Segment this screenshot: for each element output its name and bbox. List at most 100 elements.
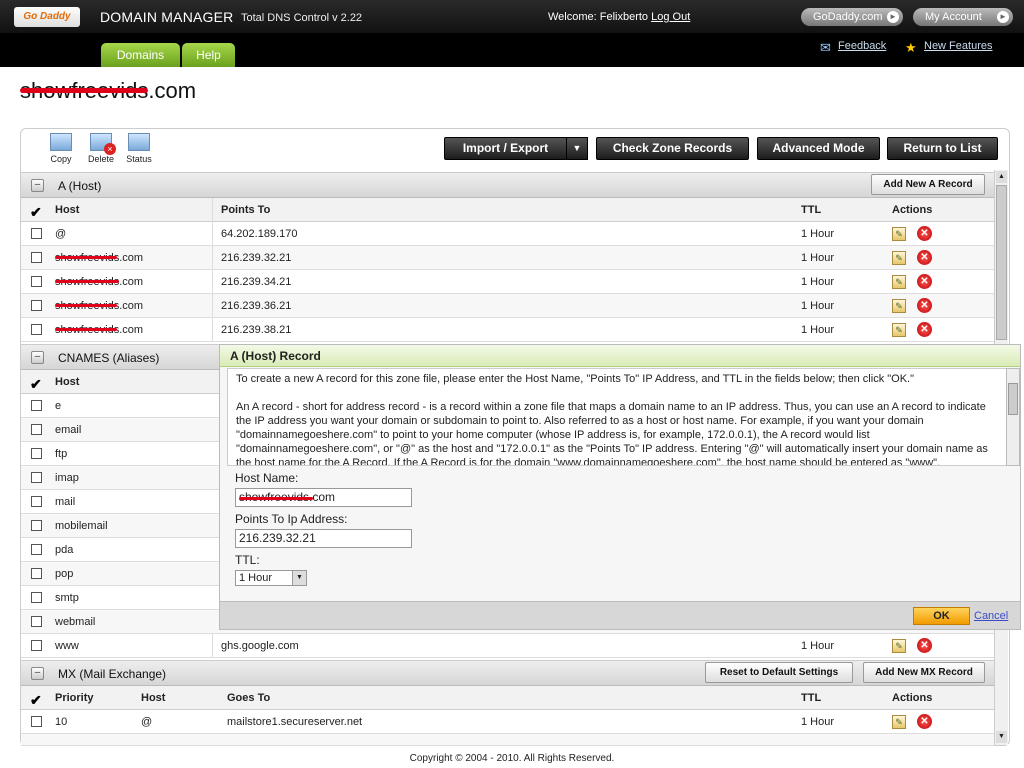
delete-icon[interactable]: ✕	[917, 250, 932, 265]
delete-icon[interactable]: ✕	[917, 638, 932, 653]
ttl-select[interactable]: 1 Hour ▼	[235, 570, 307, 586]
delete-label: Delete	[87, 154, 114, 164]
edit-icon[interactable]: ✎	[892, 275, 906, 289]
select-all-check-icon[interactable]: ✔	[30, 204, 42, 221]
return-to-list-button[interactable]: Return to List	[887, 137, 998, 160]
godaddy-com-label: GoDaddy.com	[813, 11, 883, 23]
delete-icon[interactable]: ✕	[917, 298, 932, 313]
copy-label: Copy	[50, 154, 72, 164]
row-host: @	[141, 716, 153, 728]
chevron-down-icon[interactable]: ▼	[566, 137, 588, 160]
status-icon	[128, 133, 150, 151]
table-row: showfreevids.com 216.239.36.21 1 Hour ✎✕	[21, 294, 994, 318]
row-points-to: 216.239.32.21	[221, 252, 292, 264]
add-mx-record-button[interactable]: Add New MX Record	[863, 662, 985, 683]
ok-button[interactable]: OK	[913, 607, 970, 625]
dialog-help-text[interactable]: To create a new A record for this zone f…	[227, 368, 1007, 466]
advanced-mode-button[interactable]: Advanced Mode	[757, 137, 880, 160]
row-checkbox[interactable]	[31, 616, 42, 627]
row-host: mobilemail	[55, 520, 108, 532]
scroll-thumb[interactable]	[996, 185, 1007, 340]
redaction-mark	[55, 280, 119, 283]
copy-icon	[50, 133, 72, 151]
row-checkbox[interactable]	[31, 568, 42, 579]
scroll-thumb[interactable]	[1008, 383, 1018, 415]
star-icon: ★	[905, 40, 917, 55]
row-ttl: 1 Hour	[801, 716, 835, 728]
new-features-link[interactable]: New Features	[924, 40, 992, 52]
add-a-record-button[interactable]: Add New A Record	[871, 174, 985, 195]
cancel-link[interactable]: Cancel	[974, 610, 1008, 622]
row-checkbox[interactable]	[31, 448, 42, 459]
row-checkbox[interactable]	[31, 252, 42, 263]
row-ttl: 1 Hour	[801, 276, 835, 288]
ip-address-input[interactable]: 216.239.32.21	[235, 529, 412, 548]
row-checkbox[interactable]	[31, 496, 42, 507]
delete-icon[interactable]: ✕	[917, 714, 932, 729]
row-checkbox[interactable]	[31, 228, 42, 239]
col-host: Host	[55, 376, 80, 388]
tab-domains[interactable]: Domains	[101, 43, 180, 67]
scroll-down-icon[interactable]: ▼	[996, 731, 1007, 743]
import-export-button[interactable]: Import / Export	[444, 137, 567, 160]
row-host: pda	[55, 544, 74, 556]
row-checkbox[interactable]	[31, 276, 42, 287]
select-all-check-icon[interactable]: ✔	[30, 376, 42, 393]
row-host: @	[55, 228, 67, 240]
godaddy-com-button[interactable]: GoDaddy.com ►	[801, 8, 903, 26]
collapse-icon[interactable]: −	[31, 667, 44, 680]
cnames-title: CNAMES (Aliases)	[58, 351, 160, 365]
feedback-link[interactable]: Feedback	[838, 40, 886, 52]
table-row-partial	[21, 734, 994, 746]
table-row: showfreevids.com 216.239.34.21 1 Hour ✎✕	[21, 270, 994, 294]
row-checkbox[interactable]	[31, 716, 42, 727]
row-checkbox[interactable]	[31, 544, 42, 555]
godaddy-logo[interactable]: Go Daddy	[14, 7, 80, 27]
delete-icon[interactable]: ✕	[917, 274, 932, 289]
dialog-title: A (Host) Record	[220, 345, 1020, 367]
col-actions: Actions	[892, 204, 933, 216]
row-checkbox[interactable]	[31, 472, 42, 483]
col-host: Host	[141, 692, 166, 704]
scroll-up-icon[interactable]: ▲	[996, 171, 1007, 183]
help-paragraph: To create a new A record for this zone f…	[236, 373, 915, 385]
tab-help[interactable]: Help	[182, 43, 235, 67]
status-label: Status	[126, 154, 152, 164]
row-checkbox[interactable]	[31, 520, 42, 531]
edit-icon[interactable]: ✎	[892, 323, 906, 337]
row-checkbox[interactable]	[31, 424, 42, 435]
collapse-icon[interactable]: −	[31, 179, 44, 192]
dialog-footer: OK Cancel	[220, 601, 1020, 629]
edit-icon[interactable]: ✎	[892, 299, 906, 313]
collapse-icon[interactable]: −	[31, 351, 44, 364]
host-name-label: Host Name:	[235, 471, 299, 485]
edit-icon[interactable]: ✎	[892, 251, 906, 265]
edit-icon[interactable]: ✎	[892, 715, 906, 729]
row-checkbox[interactable]	[31, 640, 42, 651]
delete-icon[interactable]: ✕	[917, 226, 932, 241]
app-title: DOMAIN MANAGER	[100, 9, 234, 25]
table-row: showfreevids.com 216.239.38.21 1 Hour ✎✕	[21, 318, 994, 342]
my-account-button[interactable]: My Account ►	[913, 8, 1013, 26]
copy-tool[interactable]: Copy	[46, 133, 76, 164]
logo-text: Go Daddy	[23, 11, 71, 22]
select-all-check-icon[interactable]: ✔	[30, 692, 42, 709]
column-divider	[212, 198, 213, 342]
delete-tool[interactable]: × Delete	[86, 133, 116, 164]
edit-icon[interactable]: ✎	[892, 639, 906, 653]
check-zone-records-button[interactable]: Check Zone Records	[596, 137, 749, 160]
row-checkbox[interactable]	[31, 300, 42, 311]
my-account-label: My Account	[925, 11, 982, 23]
row-checkbox[interactable]	[31, 400, 42, 411]
help-scrollbar[interactable]	[1006, 368, 1020, 466]
reset-default-button[interactable]: Reset to Default Settings	[705, 662, 853, 683]
row-checkbox[interactable]	[31, 592, 42, 603]
logout-link[interactable]: Log Out	[651, 11, 690, 23]
copyright-footer: Copyright © 2004 - 2010. All Rights Rese…	[409, 753, 615, 764]
delete-icon[interactable]: ✕	[917, 322, 932, 337]
row-checkbox[interactable]	[31, 324, 42, 335]
edit-icon[interactable]: ✎	[892, 227, 906, 241]
welcome-text: Welcome: Felixberto Log Out	[548, 11, 690, 23]
status-tool[interactable]: Status	[124, 133, 154, 164]
redaction-mark	[55, 304, 117, 307]
